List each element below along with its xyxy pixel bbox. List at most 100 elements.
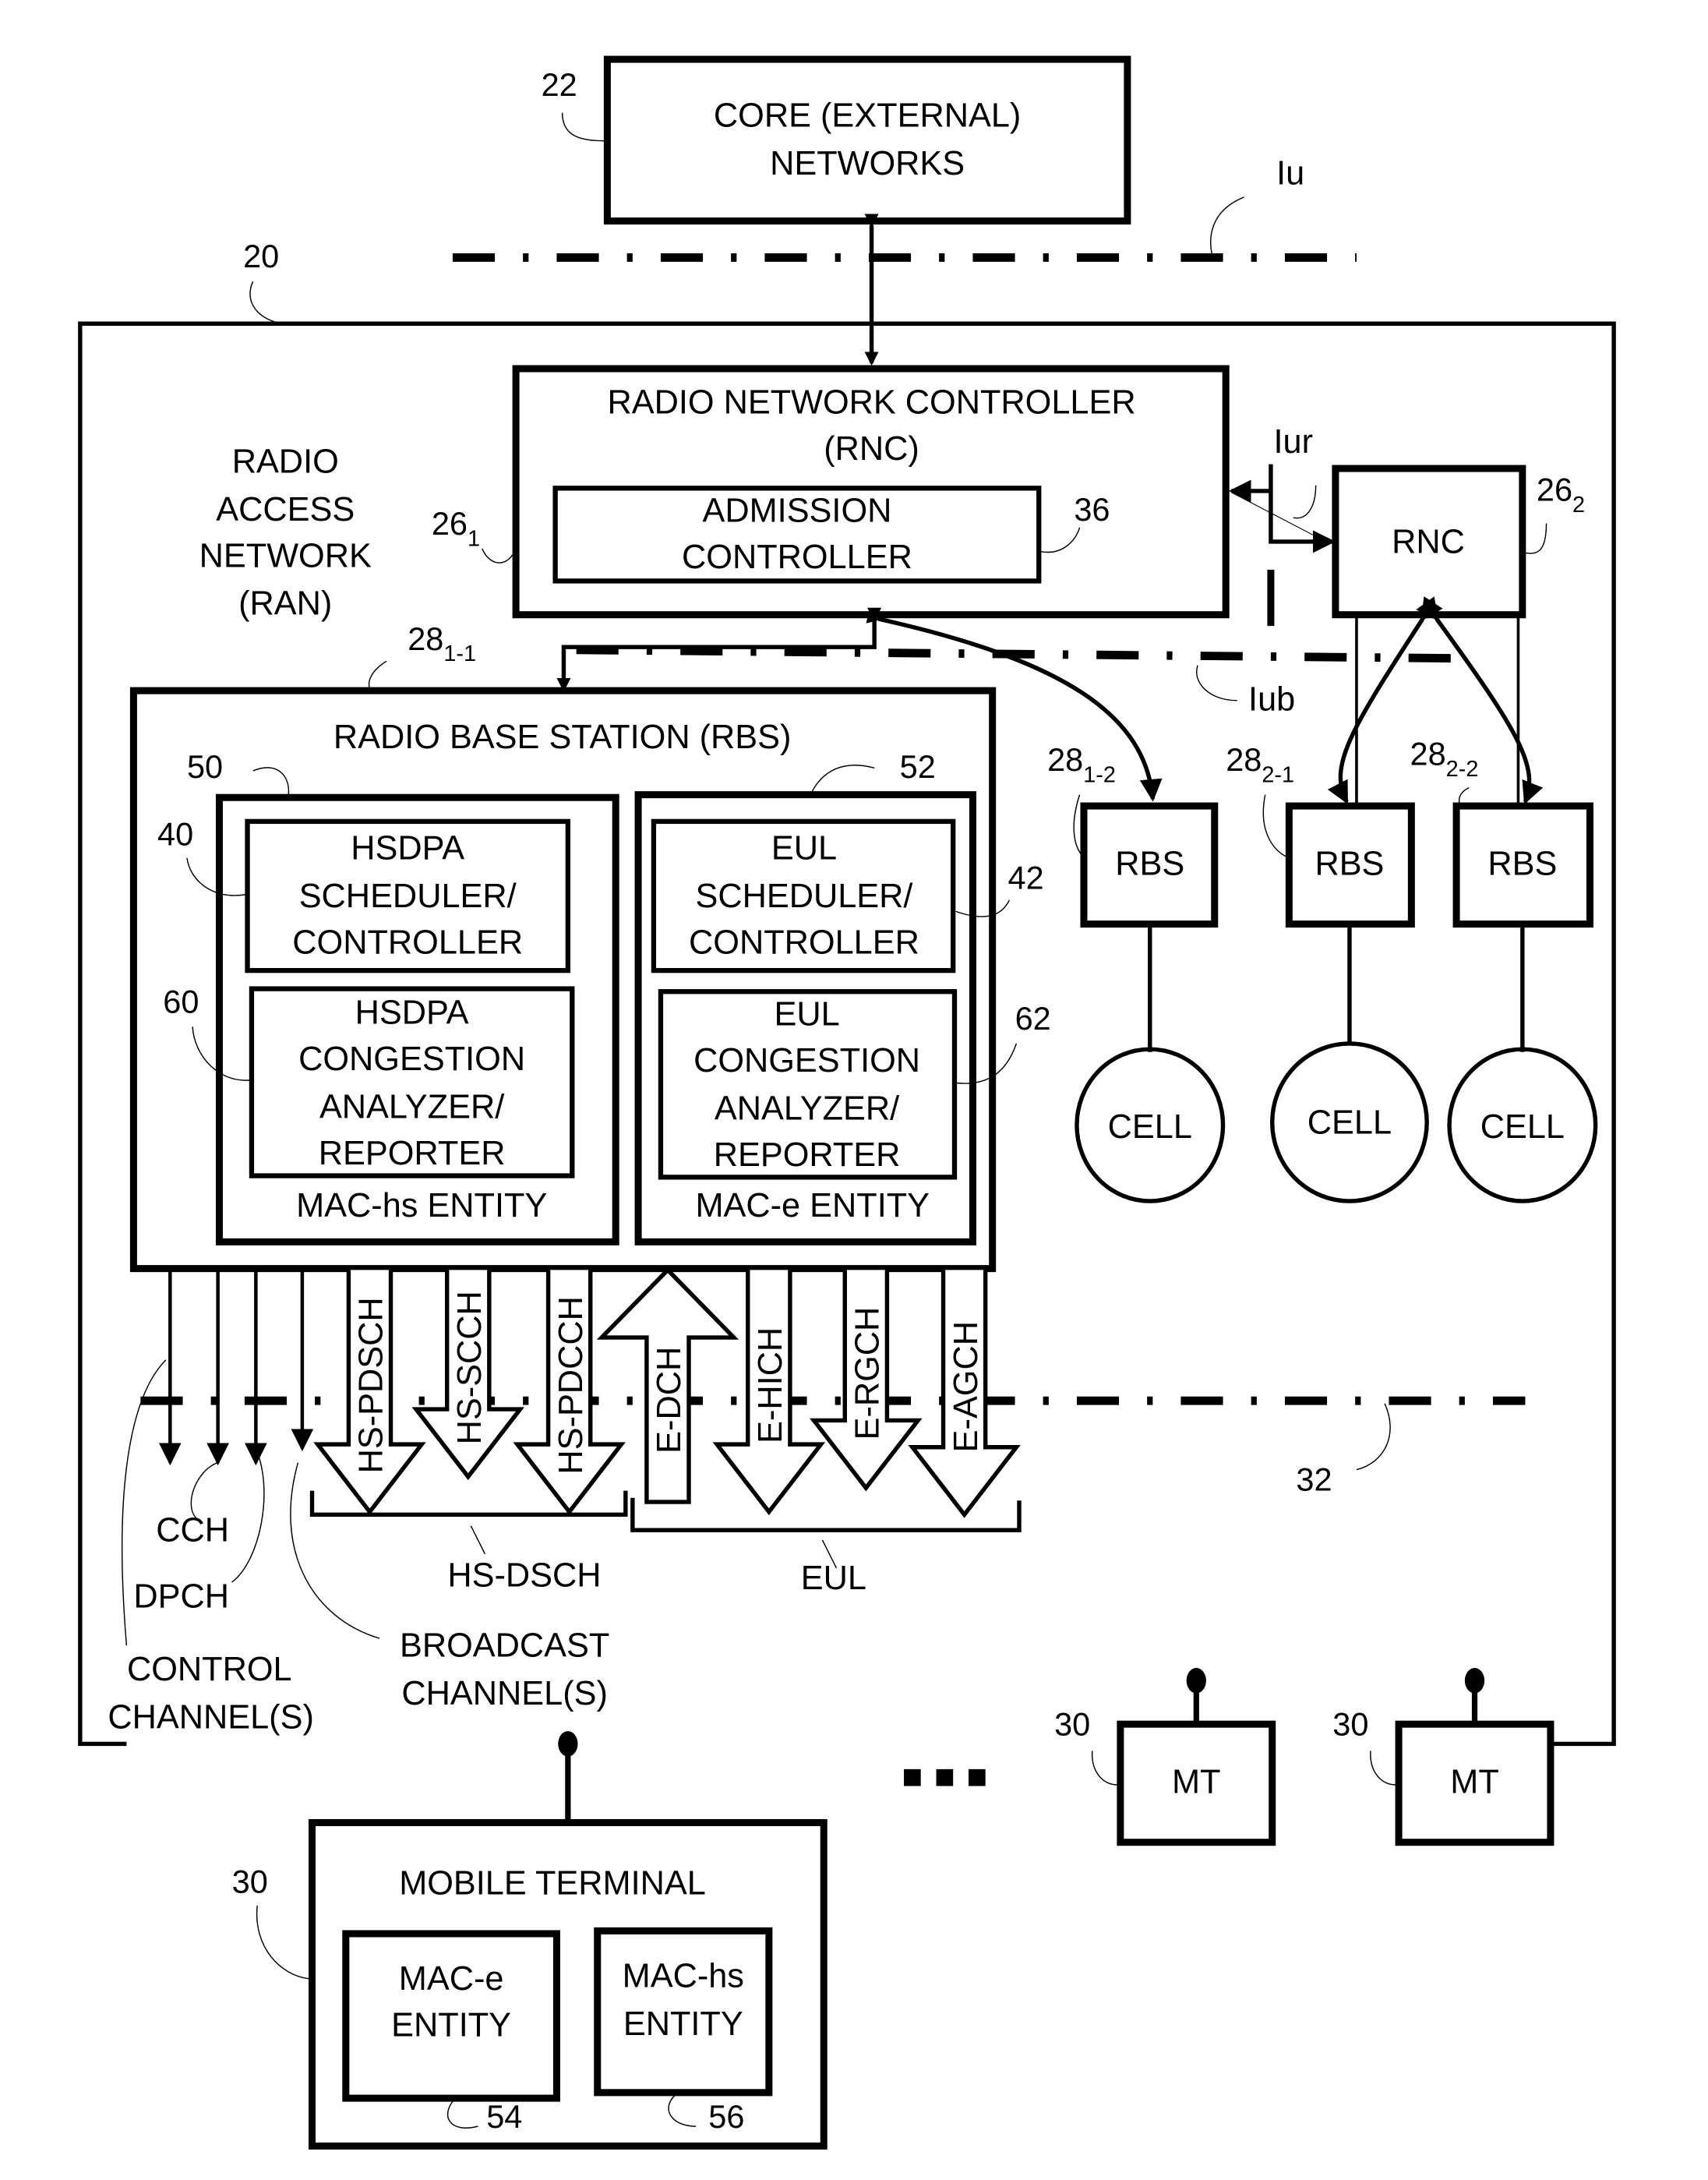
- hsdpa-scheduler-line2: SCHEDULER/: [299, 878, 517, 915]
- cch-label: CCH: [156, 1512, 229, 1549]
- eul-scheduler-line2: SCHEDULER/: [695, 878, 913, 915]
- hsdpa-scheduler-line1: HSDPA: [351, 830, 464, 867]
- eul-scheduler-line3: CONTROLLER: [689, 924, 919, 962]
- rbs-2-2-label: RBS: [1487, 845, 1557, 882]
- control-channel-label-line2: CHANNEL(S): [108, 1699, 314, 1737]
- core-network-box: [603, 55, 1131, 225]
- rbs-2-1-node: 282-1 RBS CELL: [1226, 741, 1429, 1203]
- ref-28-1-1: 281-1: [408, 620, 476, 666]
- cell-2-1-label: CELL: [1307, 1104, 1392, 1141]
- rbs-1-2-label: RBS: [1115, 845, 1184, 882]
- cell-1-2-label: CELL: [1108, 1108, 1192, 1146]
- ref-20: 20: [243, 238, 279, 274]
- rbs-2-2-node: 282-2 RBS CELL: [1410, 736, 1598, 1203]
- leader-line: [252, 767, 290, 797]
- ref-40: 40: [157, 816, 193, 853]
- leader-line: [1262, 794, 1290, 859]
- ref-62: 62: [1015, 1000, 1051, 1037]
- ref-28-2-2: 282-2: [1410, 736, 1479, 782]
- eul-congestion-line1: EUL: [774, 996, 839, 1033]
- eul-congestion-line3: ANALYZER/: [715, 1090, 900, 1127]
- hsdpa-congestion-line1: HSDPA: [355, 995, 469, 1032]
- ran-label-line2: ACCESS: [216, 491, 355, 528]
- ref-28-1-2: 281-2: [1047, 741, 1116, 787]
- leader-line: [249, 281, 281, 324]
- e-agch-label: E-AGCH: [948, 1321, 985, 1452]
- rnc-main-label-line2: (RNC): [824, 430, 919, 468]
- eul-scheduler-line1: EUL: [771, 830, 837, 867]
- leader-line: [668, 2094, 697, 2127]
- hsdpa-congestion-line4: REPORTER: [319, 1135, 506, 1172]
- cell-2-2-label: CELL: [1480, 1108, 1565, 1146]
- leader-line: [1356, 1403, 1391, 1471]
- iu-label: Iu: [1276, 155, 1304, 193]
- ref-56: 56: [708, 2098, 744, 2135]
- leader-line: [955, 1043, 1018, 1084]
- rbs-main-node: 281-1 RADIO BASE STATION (RBS) 50 HSDPA …: [129, 620, 1051, 1273]
- eul-congestion-line2: CONGESTION: [693, 1042, 920, 1079]
- core-network-node: CORE (EXTERNAL) NETWORKS 22: [542, 55, 1131, 225]
- e-dch-label: E-DCH: [651, 1347, 688, 1454]
- admission-controller-label-line2: CONTROLLER: [682, 539, 912, 576]
- eul-congestion-line4: REPORTER: [714, 1136, 901, 1174]
- antenna-icon: [558, 1731, 578, 1757]
- broadcast-channel-label-line2: CHANNEL(S): [401, 1675, 608, 1712]
- hs-scch-label: HS-SCCH: [451, 1291, 489, 1444]
- iur-link-to-rnc2: [1269, 464, 1336, 553]
- small-terminal-1-label: MT: [1172, 1764, 1221, 1801]
- ref-32: 32: [1296, 1461, 1332, 1498]
- core-network-label-line1: CORE (EXTERNAL): [714, 97, 1021, 135]
- admission-controller-label-line1: ADMISSION: [702, 493, 891, 530]
- small-terminal-2-label: MT: [1450, 1764, 1499, 1801]
- leader-line: [955, 899, 1010, 917]
- leader-line: [482, 548, 515, 564]
- rnc2-rbs-2-1-link: [1327, 596, 1443, 804]
- small-terminal-1: MT 30: [1054, 1667, 1276, 1846]
- mt-mac-e-line2: ENTITY: [391, 2007, 511, 2044]
- iub-label: Iub: [1248, 680, 1295, 718]
- iur-label: Iur: [1274, 423, 1314, 461]
- leader-line: [1525, 523, 1547, 554]
- ref-30-mt2: 30: [1332, 1706, 1368, 1743]
- ref-50: 50: [187, 748, 223, 785]
- ref-60: 60: [163, 983, 199, 1019]
- leader-line: [470, 1525, 486, 1555]
- hsdpa-scheduler-line3: CONTROLLER: [292, 924, 523, 962]
- ref-22: 22: [542, 66, 577, 103]
- mac-hs-entity-label: MAC-hs ENTITY: [296, 1187, 547, 1224]
- ref-30-main: 30: [232, 1864, 268, 1900]
- small-terminal-2: MT 30: [1332, 1667, 1554, 1846]
- leader-line: [810, 765, 875, 794]
- e-hich-label: E-HICH: [752, 1327, 789, 1443]
- e-rgch-label: E-RGCH: [849, 1307, 887, 1440]
- leader-line: [446, 2099, 478, 2129]
- leader-line: [561, 112, 605, 142]
- ellipsis-dot: [969, 1768, 986, 1786]
- hsdpa-congestion-line3: ANALYZER/: [319, 1089, 505, 1126]
- mobile-terminal-node: MOBILE TERMINAL 30 MAC-e ENTITY 54 MAC-h…: [232, 1731, 828, 2150]
- mt-mac-hs-line2: ENTITY: [623, 2005, 743, 2043]
- leader-line: [1196, 665, 1237, 701]
- leader-line: [231, 1448, 265, 1583]
- leader-line: [1039, 527, 1081, 553]
- channel-arrows: HS-PDSCH HS-SCCH HS-PDCCH E-DCH E-HICH E-RGCH…: [313, 1267, 1021, 1518]
- eul-group-label: EUL: [801, 1560, 866, 1597]
- ran-architecture-diagram: CORE (EXTERNAL) NETWORKS 22 Iu 20 RADIO …: [78, 55, 1616, 2150]
- ellipsis-dot: [904, 1768, 921, 1786]
- hs-pdsch-label: HS-PDSCH: [353, 1297, 390, 1473]
- mac-e-entity-label: MAC-e ENTITY: [695, 1187, 930, 1224]
- rnc-second-label: RNC: [1392, 523, 1465, 560]
- control-channel-label-line1: CONTROL: [127, 1651, 292, 1688]
- hs-pdcch-label: HS-PDCCH: [552, 1296, 590, 1474]
- ref-52: 52: [900, 748, 936, 785]
- ref-26-2: 262: [1537, 472, 1585, 518]
- ref-28-2-1: 282-1: [1226, 741, 1294, 787]
- leader-line: [1210, 196, 1244, 254]
- leader-line: [1293, 485, 1317, 519]
- broadcast-channel-label-line1: BROADCAST: [400, 1627, 609, 1665]
- ref-30-mt1: 30: [1054, 1706, 1090, 1743]
- mobile-terminal-title: MOBILE TERMINAL: [399, 1864, 706, 1902]
- more-terminals-ellipsis: [904, 1768, 986, 1786]
- hsdpa-congestion-line2: CONGESTION: [298, 1041, 525, 1078]
- core-network-label-line2: NETWORKS: [770, 145, 965, 182]
